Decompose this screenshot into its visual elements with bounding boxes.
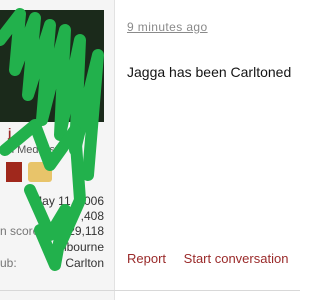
stat-label: ub: — [0, 256, 17, 270]
post-author-sidebar: j wn Medalist May 11, 2006 17,408 n scor… — [0, 0, 115, 300]
user-title: wn Medalist — [0, 144, 59, 156]
user-badges — [6, 162, 56, 184]
stat-row-club: ub: Carlton — [0, 256, 104, 271]
avatar[interactable] — [0, 10, 104, 122]
post-message: Jagga has been Carltoned — [127, 64, 292, 80]
stat-row-reaction-score: n score: 29,118 — [0, 224, 104, 239]
stat-value: 29,118 — [68, 224, 104, 238]
stat-row-location: Melbourne — [0, 240, 104, 255]
post-actions: Report Start conversation — [127, 251, 288, 266]
post-divider — [0, 290, 300, 291]
stat-value: Melbourne — [47, 240, 104, 254]
post-timestamp-link[interactable]: 9 minutes ago — [127, 20, 208, 34]
start-conversation-link[interactable]: Start conversation — [184, 251, 289, 266]
club-badge-icon — [6, 162, 22, 182]
stat-value: May 11, 2006 — [32, 194, 104, 208]
medal-badge-icon — [28, 162, 52, 182]
username[interactable]: j — [8, 126, 11, 140]
stat-value: 17,408 — [67, 209, 104, 223]
stat-row-posts: 17,408 — [0, 209, 104, 224]
stat-row-joined: May 11, 2006 — [0, 194, 104, 209]
stat-label: n score: — [0, 224, 43, 238]
stat-value: Carlton — [65, 256, 104, 270]
post-content: 9 minutes ago Jagga has been Carltoned R… — [114, 0, 300, 300]
report-link[interactable]: Report — [127, 251, 166, 266]
